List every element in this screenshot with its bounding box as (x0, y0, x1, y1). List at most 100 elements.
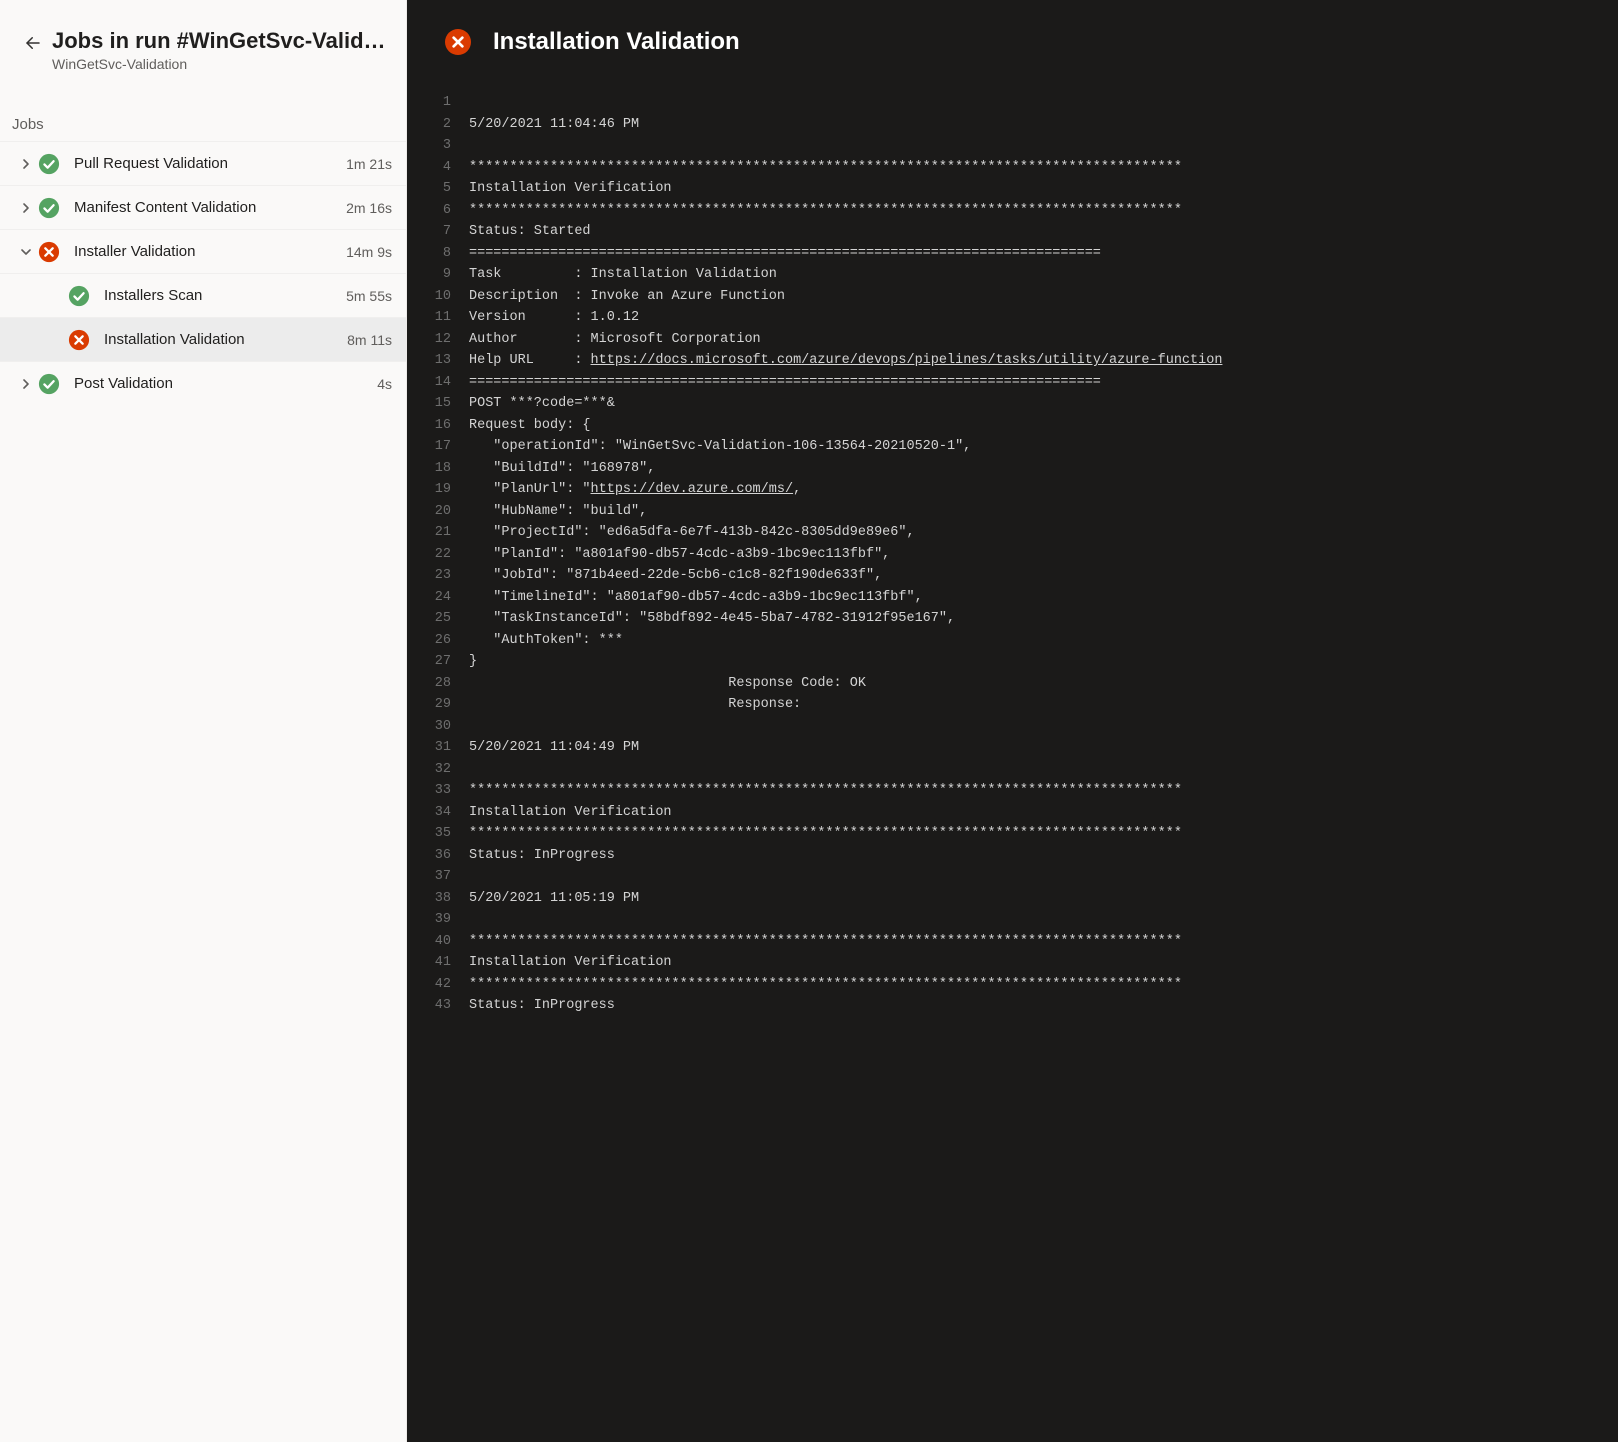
line-text: Request body: { (469, 415, 1618, 437)
line-number: 9 (407, 264, 469, 286)
line-number: 21 (407, 522, 469, 544)
line-text: "TaskInstanceId": "58bdf892-4e45-5ba7-47… (469, 608, 1618, 630)
log-line: 7Status: Started (407, 221, 1618, 243)
line-number: 4 (407, 157, 469, 179)
log-line: 385/20/2021 11:05:19 PM (407, 888, 1618, 910)
line-number: 26 (407, 630, 469, 652)
line-number: 29 (407, 694, 469, 716)
line-number: 11 (407, 307, 469, 329)
line-text: "TimelineId": "a801af90-db57-4cdc-a3b9-1… (469, 587, 1618, 609)
step-row[interactable]: Installers Scan5m 55s (0, 273, 406, 317)
line-number: 41 (407, 952, 469, 974)
line-number: 13 (407, 350, 469, 372)
fail-icon (38, 241, 60, 263)
job-duration: 4s (377, 376, 392, 392)
line-number: 39 (407, 909, 469, 931)
line-text: ****************************************… (469, 780, 1618, 802)
log-line: 17 "operationId": "WinGetSvc-Validation-… (407, 436, 1618, 458)
log-line: 22 "PlanId": "a801af90-db57-4cdc-a3b9-1b… (407, 544, 1618, 566)
chevron-right-icon[interactable] (14, 158, 38, 170)
line-text (469, 866, 1618, 888)
back-arrow-icon[interactable] (24, 34, 42, 57)
line-number: 18 (407, 458, 469, 480)
line-text (469, 92, 1618, 114)
line-text: Installation Verification (469, 802, 1618, 824)
line-text: "JobId": "871b4eed-22de-5cb6-c1c8-82f190… (469, 565, 1618, 587)
line-text: 5/20/2021 11:04:46 PM (469, 114, 1618, 136)
log-line: 25 "TaskInstanceId": "58bdf892-4e45-5ba7… (407, 608, 1618, 630)
jobs-sidebar: Jobs in run #WinGetSvc-Valida… WinGetSvc… (0, 0, 407, 1442)
jobs-section-label: Jobs (0, 88, 406, 141)
line-text (469, 759, 1618, 781)
log-line: 6***************************************… (407, 200, 1618, 222)
log-line: 43Status: InProgress (407, 995, 1618, 1017)
log-line: 3 (407, 135, 1618, 157)
step-duration: 5m 55s (346, 288, 392, 304)
log-line: 32 (407, 759, 1618, 781)
line-text: Installation Verification (469, 952, 1618, 974)
log-line: 40**************************************… (407, 931, 1618, 953)
line-text: } (469, 651, 1618, 673)
line-number: 15 (407, 393, 469, 415)
job-row[interactable]: Pull Request Validation1m 21s (0, 141, 406, 185)
line-number: 12 (407, 329, 469, 351)
job-duration: 1m 21s (346, 156, 392, 172)
log-body[interactable]: 125/20/2021 11:04:46 PM34***************… (407, 74, 1618, 1442)
chevron-down-icon[interactable] (14, 246, 38, 258)
log-line: 30 (407, 716, 1618, 738)
step-row[interactable]: Installation Validation8m 11s (0, 317, 406, 361)
line-text (469, 909, 1618, 931)
log-pane: Installation Validation 125/20/2021 11:0… (407, 0, 1618, 1442)
line-text: Help URL : https://docs.microsoft.com/az… (469, 350, 1618, 372)
log-line: 36Status: InProgress (407, 845, 1618, 867)
line-text: Response Code: OK (469, 673, 1618, 695)
line-text: Installation Verification (469, 178, 1618, 200)
log-line: 12Author : Microsoft Corporation (407, 329, 1618, 351)
line-number: 38 (407, 888, 469, 910)
job-label: Manifest Content Validation (74, 199, 346, 216)
page-title: Jobs in run #WinGetSvc-Valida… (52, 28, 388, 54)
line-number: 34 (407, 802, 469, 824)
fail-icon (68, 329, 90, 351)
line-number: 35 (407, 823, 469, 845)
line-text: 5/20/2021 11:05:19 PM (469, 888, 1618, 910)
chevron-right-icon[interactable] (14, 378, 38, 390)
log-line: 8=======================================… (407, 243, 1618, 265)
line-number: 20 (407, 501, 469, 523)
step-label: Installation Validation (104, 331, 347, 348)
log-line: 39 (407, 909, 1618, 931)
log-line: 41Installation Verification (407, 952, 1618, 974)
line-text: ========================================… (469, 243, 1618, 265)
step-label: Installers Scan (104, 287, 346, 304)
line-text: "HubName": "build", (469, 501, 1618, 523)
line-text: Response: (469, 694, 1618, 716)
log-line: 18 "BuildId": "168978", (407, 458, 1618, 480)
log-line: 1 (407, 92, 1618, 114)
line-number: 17 (407, 436, 469, 458)
job-row[interactable]: Post Validation4s (0, 361, 406, 405)
log-line: 5Installation Verification (407, 178, 1618, 200)
log-line: 20 "HubName": "build", (407, 501, 1618, 523)
line-number: 14 (407, 372, 469, 394)
line-number: 7 (407, 221, 469, 243)
job-duration: 2m 16s (346, 200, 392, 216)
success-icon (68, 285, 90, 307)
line-text: ****************************************… (469, 931, 1618, 953)
line-number: 23 (407, 565, 469, 587)
log-link[interactable]: https://docs.microsoft.com/azure/devops/… (591, 353, 1223, 368)
line-number: 3 (407, 135, 469, 157)
log-line: 16Request body: { (407, 415, 1618, 437)
job-row[interactable]: Installer Validation14m 9s (0, 229, 406, 273)
log-line: 4***************************************… (407, 157, 1618, 179)
line-text: POST ***?code=***& (469, 393, 1618, 415)
line-number: 2 (407, 114, 469, 136)
line-number: 6 (407, 200, 469, 222)
log-line: 10Description : Invoke an Azure Function (407, 286, 1618, 308)
job-duration: 14m 9s (346, 244, 392, 260)
job-row[interactable]: Manifest Content Validation2m 16s (0, 185, 406, 229)
log-line: 15POST ***?code=***& (407, 393, 1618, 415)
chevron-right-icon[interactable] (14, 202, 38, 214)
line-text: Status: InProgress (469, 845, 1618, 867)
line-number: 22 (407, 544, 469, 566)
log-link[interactable]: https://dev.azure.com/ms/ (591, 482, 794, 497)
